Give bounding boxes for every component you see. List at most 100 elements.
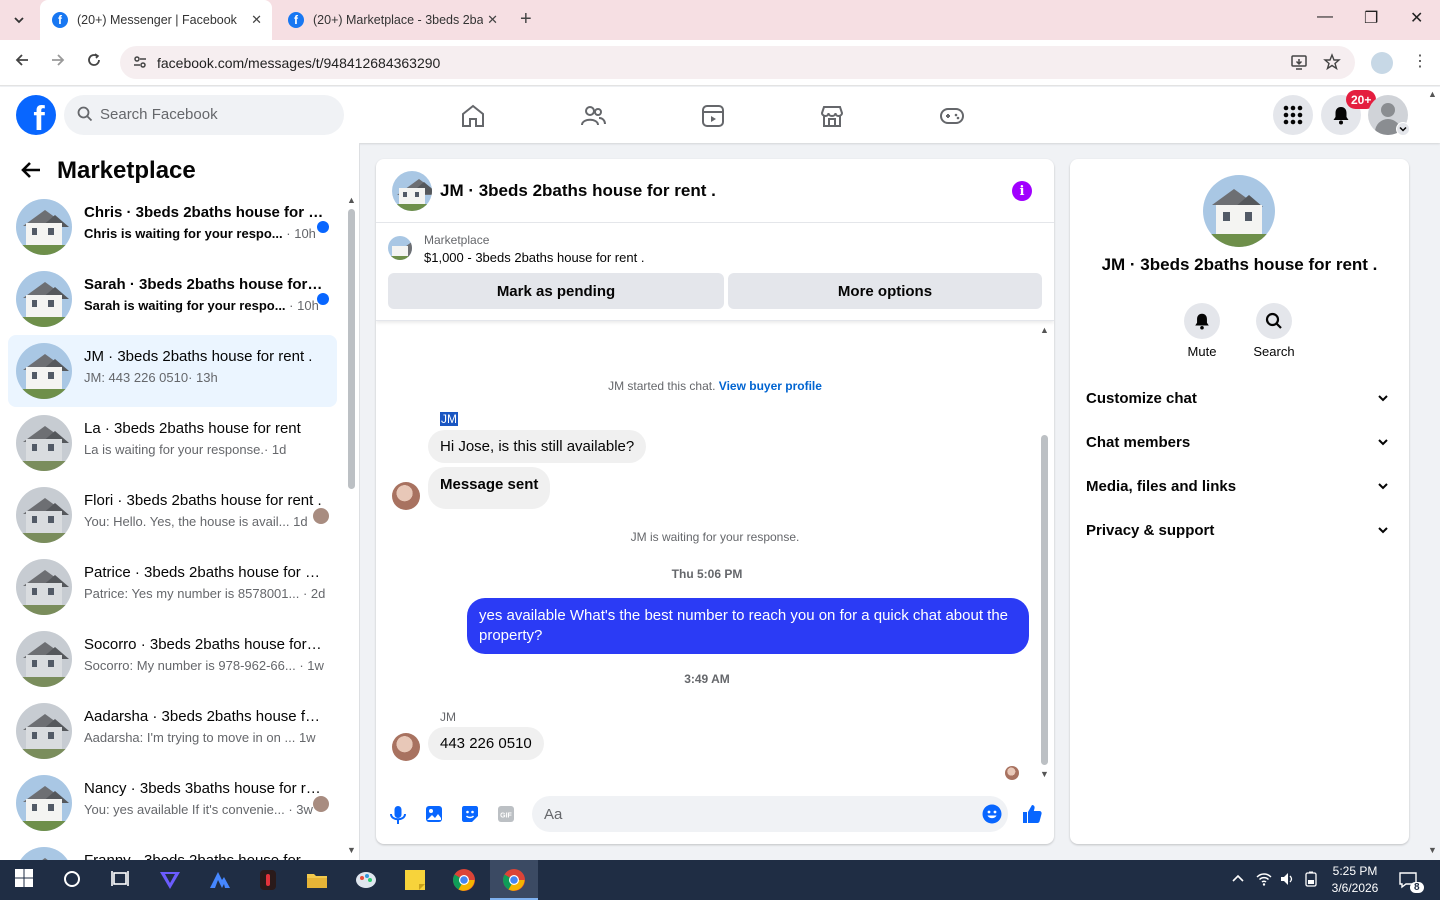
gaming-icon[interactable]	[939, 103, 965, 134]
listing-price-title[interactable]: $1,000 - 3beds 2baths house for rent .	[424, 250, 644, 265]
tab-search-chevron-icon[interactable]	[6, 7, 32, 33]
conversation-item-patrice[interactable]: Patrice · 3beds 2baths house for rent . …	[8, 551, 337, 623]
listing-thumbnail	[16, 703, 72, 759]
network-wifi-icon[interactable]	[1256, 871, 1272, 890]
sidebar-scrollbar[interactable]	[348, 209, 355, 489]
forward-arrow-icon[interactable]	[50, 52, 66, 73]
microphone-icon[interactable]	[389, 805, 407, 830]
sticky-notes-icon[interactable]	[403, 868, 427, 892]
install-app-icon[interactable]	[1290, 53, 1308, 75]
conversation-name: Patrice · 3beds 2baths house for rent .	[84, 564, 324, 581]
conversation-item-sarah[interactable]: Sarah · 3beds 2baths house for rent . Sa…	[8, 263, 337, 335]
facebook-logo[interactable]: f	[16, 95, 56, 135]
home-icon[interactable]	[460, 103, 486, 134]
conversation-item-franny[interactable]: Franny · 3beds 2baths house for rent .	[8, 839, 337, 860]
close-window-icon[interactable]: ✕	[1410, 8, 1423, 28]
svg-text:GIF: GIF	[500, 813, 512, 820]
page-scroll-up-icon[interactable]: ▲	[1428, 89, 1437, 99]
chat-listing-avatar[interactable]	[392, 171, 432, 211]
search-in-chat-button[interactable]: Search	[1244, 303, 1304, 359]
menu-grid-icon[interactable]	[1273, 95, 1313, 135]
system-clock[interactable]: 5:25 PM 3/6/2026	[1320, 863, 1390, 897]
sender-avatar[interactable]	[392, 482, 420, 510]
conversation-preview: Sarah is waiting for your respo... · 10h	[84, 298, 319, 313]
conversation-item-la[interactable]: La · 3beds 2baths house for rent La is w…	[8, 407, 337, 479]
tab-marketplace[interactable]: f (20+) Marketplace - 3beds 2baths ✕	[276, 0, 508, 40]
back-arrow-icon[interactable]	[20, 159, 42, 188]
listing-thumbnail	[16, 559, 72, 615]
gif-icon[interactable]: GIF	[497, 805, 515, 828]
unread-dot	[317, 293, 329, 305]
conversation-item-nancy[interactable]: Nancy · 3beds 3baths house for rent . Yo…	[8, 767, 337, 839]
sidebar-scroll-down-icon[interactable]: ▼	[347, 845, 356, 855]
show-hidden-icons-chevron-icon[interactable]	[1231, 871, 1245, 888]
sender-avatar[interactable]	[392, 733, 420, 761]
reload-icon[interactable]	[86, 52, 102, 73]
emoji-icon[interactable]	[982, 804, 1002, 829]
site-info-icon[interactable]	[132, 54, 148, 73]
conversation-item-flori[interactable]: Flori · 3beds 2baths house for rent . Yo…	[8, 479, 337, 551]
chevron-down-icon	[1377, 435, 1389, 452]
incoming-message[interactable]: Message sent	[428, 467, 551, 509]
search-circle-icon[interactable]	[62, 868, 86, 892]
page-scroll-down-icon[interactable]: ▼	[1428, 845, 1437, 855]
mute-button[interactable]: Mute	[1172, 303, 1232, 359]
customize-chat-row[interactable]: Customize chat	[1086, 379, 1393, 419]
file-explorer-icon[interactable]	[305, 868, 329, 892]
maximize-icon[interactable]: ❐	[1364, 8, 1378, 28]
sticker-icon[interactable]	[461, 805, 479, 828]
marketplace-icon[interactable]	[819, 103, 845, 134]
chat-title[interactable]: JM · 3beds 2baths house for rent .	[440, 181, 716, 201]
facebook-search-input[interactable]: Search Facebook	[64, 95, 344, 135]
thumbs-up-like-icon[interactable]	[1021, 803, 1043, 830]
conversation-item-jm[interactable]: JM · 3beds 2baths house for rent . JM: 4…	[8, 335, 337, 407]
tab-close-icon[interactable]: ✕	[251, 12, 262, 28]
volume-speaker-icon[interactable]	[1279, 871, 1295, 890]
privacy-support-row[interactable]: Privacy & support	[1086, 511, 1393, 551]
details-title: JM · 3beds 2baths house for rent .	[1101, 255, 1378, 274]
message-input[interactable]: Aa	[532, 796, 1008, 832]
listing-thumbnail	[16, 775, 72, 831]
back-arrow-icon[interactable]	[14, 52, 30, 73]
account-chevron-down-icon[interactable]	[1396, 122, 1410, 136]
view-buyer-profile-link[interactable]: View buyer profile	[719, 379, 822, 393]
mark-as-pending-button[interactable]: Mark as pending	[388, 273, 724, 309]
battery-icon[interactable]	[1303, 871, 1319, 890]
windows-start-icon[interactable]	[14, 868, 38, 892]
listing-thumbnail	[16, 199, 72, 255]
vpn-app-icon[interactable]	[158, 868, 182, 892]
seen-avatar	[313, 796, 329, 812]
minimize-icon[interactable]: —	[1317, 8, 1333, 26]
paint-app-icon[interactable]	[354, 868, 378, 892]
incoming-message[interactable]: Hi Jose, is this still available?	[428, 430, 647, 463]
outgoing-message[interactable]: yes available What's the best number to …	[467, 598, 1029, 654]
new-tab-plus-icon[interactable]: +	[520, 8, 532, 31]
listing-thumbnail[interactable]	[388, 236, 412, 260]
chrome-profile-icon[interactable]	[502, 868, 526, 892]
task-view-icon[interactable]	[110, 868, 134, 892]
app-red-icon[interactable]	[256, 868, 280, 892]
chat-members-row[interactable]: Chat members	[1086, 423, 1393, 463]
conversation-item-socorro[interactable]: Socorro · 3beds 2baths house for rent . …	[8, 623, 337, 695]
photo-icon[interactable]	[425, 805, 443, 828]
bookmark-star-icon[interactable]	[1323, 53, 1341, 75]
video-icon[interactable]	[700, 103, 726, 134]
conversation-item-chris[interactable]: Chris · 3beds 2baths house for rent . Ch…	[8, 191, 337, 263]
friends-icon[interactable]	[580, 103, 606, 134]
media-files-links-row[interactable]: Media, files and links	[1086, 467, 1393, 507]
nordvpn-app-icon[interactable]	[208, 868, 232, 892]
tab-close-icon[interactable]: ✕	[487, 12, 498, 28]
browser-profile-avatar[interactable]	[1371, 52, 1393, 74]
message-input-placeholder: Aa	[544, 806, 563, 823]
tab-messenger[interactable]: f (20+) Messenger | Facebook ✕	[40, 0, 272, 40]
url-bar[interactable]: facebook.com/messages/t/948412684363290	[120, 46, 1355, 79]
browser-menu-icon[interactable]: ⋮	[1412, 51, 1428, 71]
info-icon[interactable]: i	[1012, 181, 1032, 201]
incoming-message[interactable]: 443 226 0510	[428, 727, 544, 760]
more-options-button[interactable]: More options	[728, 273, 1042, 309]
conversation-item-aadarsha[interactable]: Aadarsha · 3beds 2baths house for rent .…	[8, 695, 337, 767]
sidebar-scroll-up-icon[interactable]: ▲	[347, 195, 356, 205]
chrome-icon[interactable]	[452, 868, 476, 892]
details-listing-avatar[interactable]	[1203, 175, 1275, 247]
mute-label: Mute	[1187, 344, 1217, 359]
